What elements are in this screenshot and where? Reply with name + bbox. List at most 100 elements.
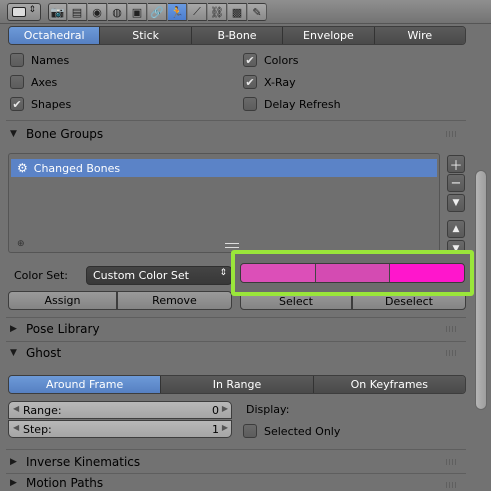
resize-handle-icon[interactable] xyxy=(225,243,239,248)
color-set-dropdown[interactable]: Custom Color Set ⇕ xyxy=(86,266,232,285)
shapes-checkbox[interactable]: ✔ Shapes xyxy=(10,96,71,112)
specials-menu-button[interactable]: ▼ xyxy=(447,194,465,212)
checkbox-box xyxy=(243,97,257,111)
chevron-updown-icon: ⇕ xyxy=(28,5,36,15)
bone-groups-panel-header[interactable]: ▼ Bone Groups xyxy=(6,123,466,145)
color-swatches xyxy=(240,263,465,283)
list-item[interactable]: ⚙ Changed Bones xyxy=(11,159,437,177)
drag-grip-icon[interactable] xyxy=(446,350,458,356)
bone-groups-title: Bone Groups xyxy=(26,127,104,141)
tab-wire[interactable]: Wire xyxy=(374,27,465,44)
bone-group-icon: ⚙ xyxy=(17,161,28,175)
triangle-right-icon: ▶ xyxy=(10,457,17,467)
tab-around-frame[interactable]: Around Frame xyxy=(9,376,162,393)
motion-paths-title: Motion Paths xyxy=(26,475,104,490)
display-label: Display: xyxy=(246,403,290,416)
color-set-value: Custom Color Set xyxy=(93,269,189,282)
display-type-tabs: Octahedral Stick B-Bone Envelope Wire xyxy=(8,26,466,45)
arrow-right-icon[interactable]: ▶ xyxy=(222,404,228,413)
xray-label: X-Ray xyxy=(264,75,296,89)
axes-checkbox[interactable]: Axes xyxy=(10,74,57,90)
move-up-button[interactable]: ▲ xyxy=(447,220,465,238)
world-icon[interactable]: ◉ xyxy=(88,3,107,21)
bone-constraint-icon[interactable]: ⛓ xyxy=(208,3,227,21)
tab-b-bone[interactable]: B-Bone xyxy=(191,27,284,44)
normal-color-swatch[interactable] xyxy=(241,264,316,282)
step-value: 1 xyxy=(212,422,219,436)
selected-only-label: Selected Only xyxy=(264,424,341,438)
check-icon: ✔ xyxy=(10,97,24,111)
armature-data-icon[interactable]: 🏃 xyxy=(168,3,187,21)
plus-small-icon[interactable]: ⊕ xyxy=(17,239,25,249)
range-field[interactable]: ◀ Range: 0 ▶ xyxy=(8,401,232,419)
add-bone-group-button[interactable]: ＋ xyxy=(447,155,465,174)
select-color-swatch[interactable] xyxy=(315,264,391,282)
list-item-label: Changed Bones xyxy=(33,161,121,175)
inverse-kinematics-panel-header[interactable]: ▶ Inverse Kinematics xyxy=(6,451,466,473)
selected-only-checkbox[interactable]: Selected Only xyxy=(243,423,340,439)
tab-on-keyframes[interactable]: On Keyframes xyxy=(313,376,465,393)
triangle-down-icon: ▼ xyxy=(10,129,17,139)
names-label: Names xyxy=(31,53,70,67)
modifiers-icon[interactable]: 🔗 xyxy=(148,3,167,21)
axes-label: Axes xyxy=(31,75,58,89)
drag-grip-icon[interactable] xyxy=(446,131,458,137)
ghost-title: Ghost xyxy=(26,346,62,360)
bone-groups-list: ⚙ Changed Bones ⊕ xyxy=(8,153,440,253)
drag-grip-icon[interactable] xyxy=(446,459,458,465)
tab-in-range[interactable]: In Range xyxy=(161,376,314,393)
shapes-label: Shapes xyxy=(31,97,72,111)
checkbox-box xyxy=(10,53,24,67)
panel-divider xyxy=(6,120,466,121)
editor-type-button[interactable]: ⇕ xyxy=(7,3,41,21)
active-color-swatch[interactable] xyxy=(390,264,464,282)
check-icon: ✔ xyxy=(243,53,257,67)
properties-editor-icon xyxy=(12,7,26,17)
chevron-updown-icon: ⇕ xyxy=(219,268,227,278)
panel-divider xyxy=(6,449,466,450)
motion-paths-panel-header[interactable]: ▶ Motion Paths xyxy=(6,474,466,491)
color-set-label: Color Set: xyxy=(14,269,68,282)
assign-button[interactable]: Assign xyxy=(8,291,117,310)
arrow-left-icon[interactable]: ◀ xyxy=(13,423,19,432)
triangle-right-icon: ▶ xyxy=(10,324,17,334)
ghost-type-tabs: Around Frame In Range On Keyframes xyxy=(8,375,466,394)
arrow-right-icon[interactable]: ▶ xyxy=(222,423,228,432)
bone-icon[interactable]: ⟋ xyxy=(188,3,207,21)
scene-icon[interactable]: ▤ xyxy=(68,3,87,21)
range-label: Range: xyxy=(23,403,62,417)
checkbox-box xyxy=(243,424,257,438)
step-field[interactable]: ◀ Step: 1 ▶ xyxy=(8,420,232,438)
remove-button[interactable]: Remove xyxy=(117,291,232,310)
material-icon[interactable]: ▩ xyxy=(228,3,247,21)
drag-grip-icon[interactable] xyxy=(446,326,458,332)
render-icon[interactable]: 📷 xyxy=(48,3,67,21)
texture-icon[interactable]: ✎ xyxy=(248,3,267,21)
inverse-kinematics-title: Inverse Kinematics xyxy=(26,455,141,469)
delay-refresh-label: Delay Refresh xyxy=(264,97,341,111)
check-icon: ✔ xyxy=(243,75,257,89)
constraints-icon[interactable]: ▣ xyxy=(128,3,147,21)
tab-stick[interactable]: Stick xyxy=(100,27,192,44)
pose-library-panel-header[interactable]: ▶ Pose Library xyxy=(6,318,466,340)
colors-checkbox[interactable]: ✔ Colors xyxy=(243,52,298,68)
step-label: Step: xyxy=(23,422,52,436)
highlight-box xyxy=(231,250,474,296)
range-value: 0 xyxy=(212,403,219,417)
drag-grip-icon[interactable] xyxy=(446,482,458,488)
tab-envelope[interactable]: Envelope xyxy=(283,27,375,44)
tab-octahedral[interactable]: Octahedral xyxy=(9,27,101,44)
triangle-down-icon: ▼ xyxy=(10,348,17,358)
checkbox-box xyxy=(10,75,24,89)
names-checkbox[interactable]: Names xyxy=(10,52,69,68)
colors-label: Colors xyxy=(264,53,299,67)
xray-checkbox[interactable]: ✔ X-Ray xyxy=(243,74,296,90)
arrow-left-icon[interactable]: ◀ xyxy=(13,404,19,413)
triangle-right-icon: ▶ xyxy=(10,477,17,488)
scrollbar[interactable] xyxy=(475,170,487,410)
remove-bone-group-button[interactable]: − xyxy=(447,174,465,192)
object-icon[interactable]: ◍ xyxy=(108,3,127,21)
ghost-panel-header[interactable]: ▼ Ghost xyxy=(6,342,466,364)
delay-refresh-checkbox[interactable]: Delay Refresh xyxy=(243,96,341,112)
pose-library-title: Pose Library xyxy=(26,322,100,336)
